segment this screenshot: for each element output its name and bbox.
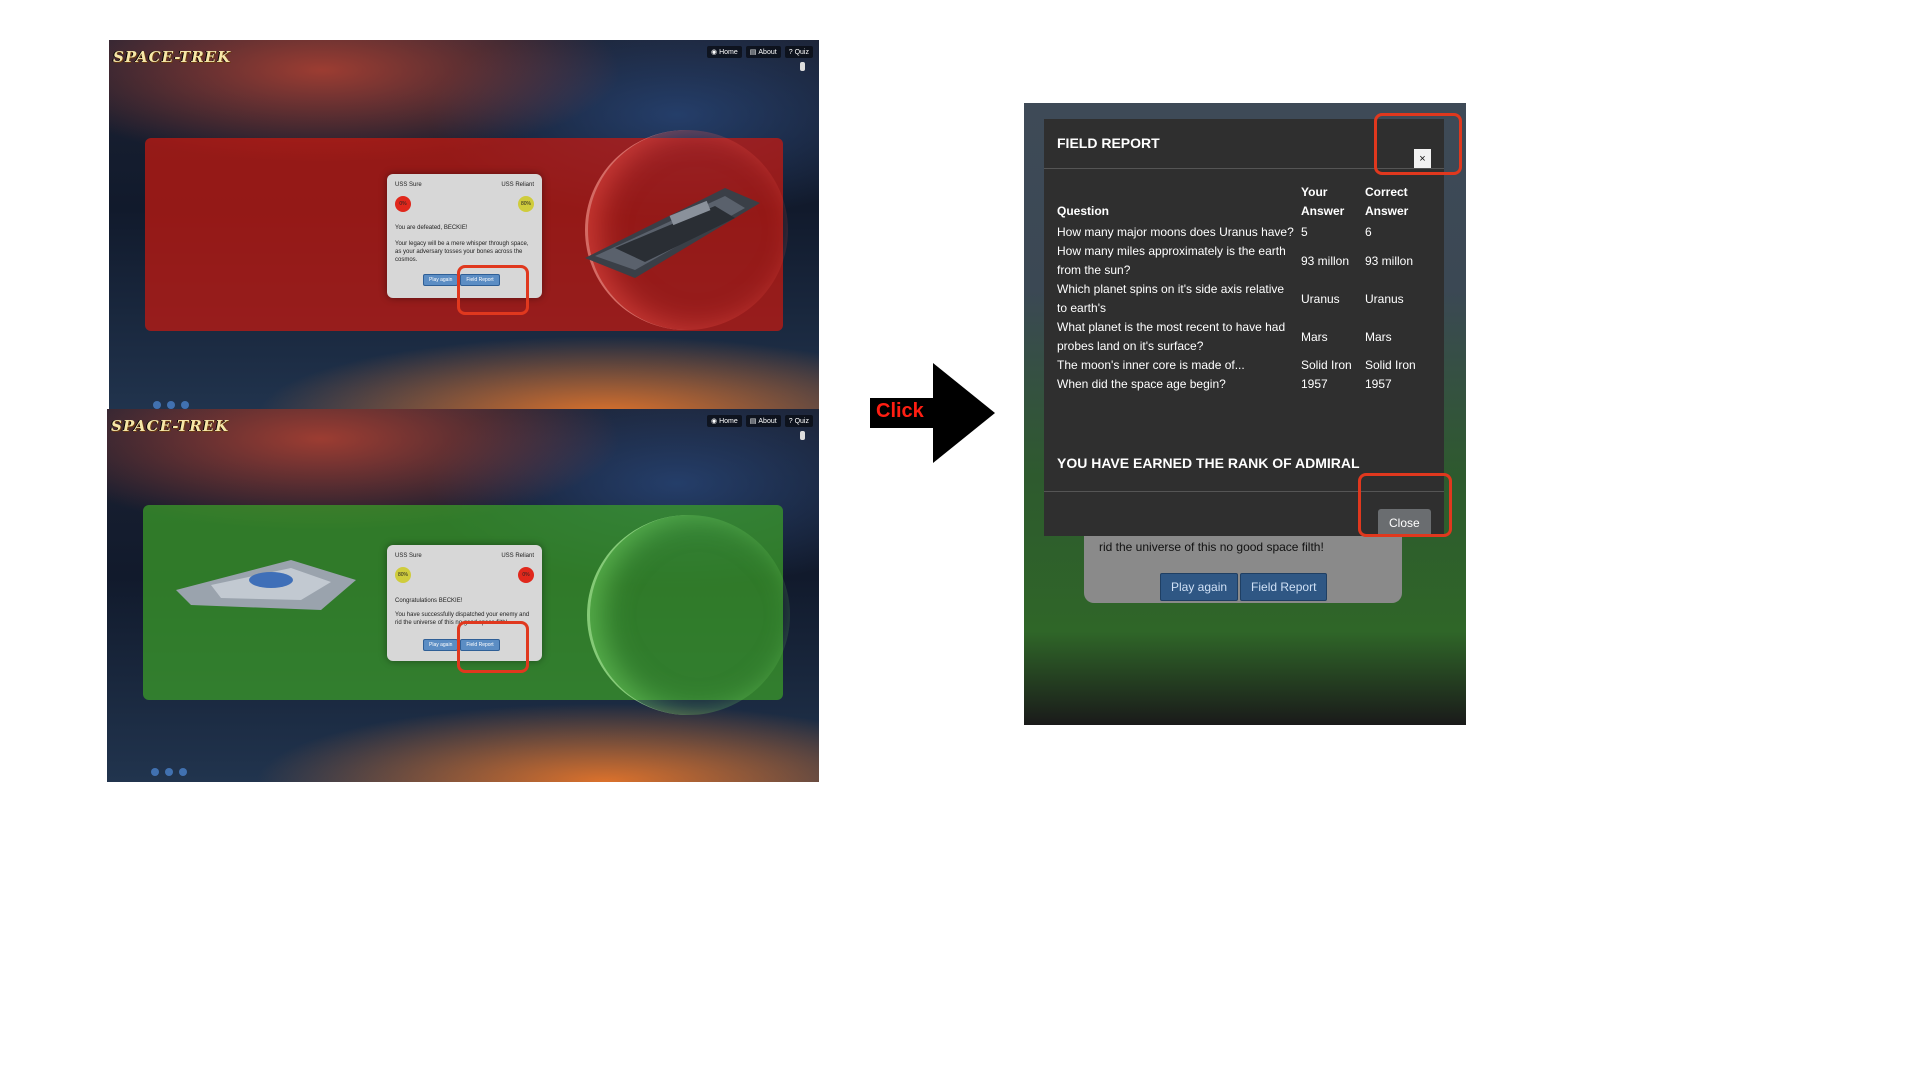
question-cell: Which planet spins on it's side axis rel… <box>1057 282 1285 315</box>
table-row: How many major moons does Uranus have? 5… <box>1055 223 1427 242</box>
facebook-icon[interactable] <box>153 401 161 409</box>
field-report-screenshot: rid the universe of this no good space f… <box>1024 103 1466 725</box>
audio-toggle-icon[interactable] <box>800 62 805 71</box>
correct-answer-cell: 1957 <box>1365 377 1392 391</box>
your-answer-cell: 5 <box>1301 225 1308 239</box>
your-answer-cell: Uranus <box>1301 291 1340 306</box>
enemy-ship-name: USS Reliant <box>501 182 534 188</box>
nav-quiz[interactable]: ? Quiz <box>784 46 813 58</box>
arrow-right-icon <box>933 363 995 463</box>
enemy-ship <box>585 188 760 278</box>
click-label: Click <box>876 400 924 422</box>
social-links <box>153 401 189 409</box>
question-cell: The moon's inner core is made of... <box>1057 358 1245 372</box>
question-cell: How many miles approximately is the eart… <box>1057 244 1286 277</box>
player-ship-name: USS Sure <box>395 182 422 188</box>
ship-names: USS Sure USS Reliant <box>395 182 534 188</box>
victory-screenshot: SPACE-TREK ◉ Home ▤ About ? Quiz USS Sure U… <box>107 409 819 782</box>
instagram-icon[interactable] <box>179 768 187 776</box>
top-nav: ◉ Home ▤ About ? Quiz <box>706 46 813 58</box>
close-button-highlight <box>1358 473 1452 537</box>
your-answer-cell: Solid Iron <box>1301 358 1352 372</box>
question-cell: What planet is the most recent to have h… <box>1057 320 1286 353</box>
site-logo[interactable]: SPACE-TREK <box>111 417 229 435</box>
table-header-row: Question Your Answer Correct Answer <box>1055 183 1427 223</box>
correct-answer-cell: Mars <box>1365 329 1392 344</box>
victory-headline: Congratulations BECKIE! <box>395 598 463 604</box>
correct-answer-cell: 93 millon <box>1365 253 1414 268</box>
your-answer-cell: 93 millon <box>1301 253 1350 268</box>
site-logo[interactable]: SPACE-TREK <box>113 48 231 66</box>
nav-home[interactable]: ◉ Home <box>706 415 742 427</box>
about-icon: ▤ <box>749 49 757 56</box>
player-ship <box>176 560 356 610</box>
result-actions-behind: Play again Field Report <box>1160 573 1328 601</box>
nav-quiz-label: Quiz <box>794 417 809 425</box>
field-report-table: Question Your Answer Correct Answer How … <box>1055 183 1427 394</box>
player-score: 80% <box>395 567 411 583</box>
instagram-icon[interactable] <box>181 401 189 409</box>
enemy-score: 80% <box>518 196 534 212</box>
play-again-button[interactable]: Play again <box>423 274 459 286</box>
play-again-button[interactable]: Play again <box>1160 573 1239 601</box>
quiz-icon: ? <box>788 417 793 425</box>
facebook-icon[interactable] <box>151 768 159 776</box>
modal-title: FIELD REPORT <box>1057 135 1160 151</box>
correct-answer-cell: Solid Iron <box>1365 358 1416 372</box>
nav-about[interactable]: ▤ About <box>745 415 781 427</box>
play-again-button[interactable]: Play again <box>423 639 459 651</box>
nav-home[interactable]: ◉ Home <box>706 46 742 58</box>
ship-names: USS Sure USS Reliant <box>395 553 534 559</box>
nav-about-label: About <box>758 48 777 56</box>
table-row: Which planet spins on it's side axis rel… <box>1055 280 1427 318</box>
your-answer-header: Your Answer <box>1301 185 1345 218</box>
your-answer-cell: Mars <box>1301 329 1328 344</box>
audio-toggle-icon[interactable] <box>800 431 805 440</box>
table-row: The moon's inner core is made of... Soli… <box>1055 356 1427 375</box>
enemy-score: 0% <box>518 567 534 583</box>
defeat-headline: You are defeated, BECKIE! <box>395 225 468 231</box>
question-header: Question <box>1057 204 1110 218</box>
table-row: How many miles approximately is the eart… <box>1055 242 1427 280</box>
question-cell: When did the space age begin? <box>1057 377 1226 391</box>
field-report-button[interactable]: Field Report <box>1240 573 1328 601</box>
table-row: When did the space age begin? 1957 1957 <box>1055 375 1427 394</box>
your-answer-cell: 1957 <box>1301 377 1328 391</box>
correct-answer-cell: Uranus <box>1365 291 1404 306</box>
close-icon-highlight <box>1374 113 1462 175</box>
nav-quiz[interactable]: ? Quiz <box>784 415 813 427</box>
defeat-screenshot: SPACE-TREK ◉ Home ▤ About ? Quiz USS Sure U… <box>109 40 819 415</box>
correct-answer-header: Correct Answer <box>1365 185 1409 218</box>
field-report-highlight <box>457 621 529 673</box>
quiz-icon: ? <box>788 48 793 56</box>
correct-answer-cell: 6 <box>1365 225 1372 239</box>
about-icon: ▤ <box>749 418 757 425</box>
nav-quiz-label: Quiz <box>794 48 809 56</box>
defeat-message: Your legacy will be a mere whisper throu… <box>395 241 529 263</box>
home-icon: ◉ <box>710 49 718 56</box>
field-report-highlight <box>457 265 529 315</box>
enemy-ship-name: USS Reliant <box>501 553 534 559</box>
result-message-behind: rid the universe of this no good space f… <box>1099 540 1324 554</box>
question-cell: How many major moons does Uranus have? <box>1057 225 1294 239</box>
twitter-icon[interactable] <box>167 401 175 409</box>
home-icon: ◉ <box>710 418 718 425</box>
social-links <box>151 768 187 776</box>
nav-about-label: About <box>758 417 777 425</box>
top-nav: ◉ Home ▤ About ? Quiz <box>706 415 813 427</box>
nav-home-label: Home <box>719 48 738 56</box>
planet <box>587 515 790 715</box>
rank-message: YOU HAVE EARNED THE RANK OF ADMIRAL <box>1057 455 1360 471</box>
player-ship-name: USS Sure <box>395 553 422 559</box>
nav-about[interactable]: ▤ About <box>745 46 781 58</box>
twitter-icon[interactable] <box>165 768 173 776</box>
nav-home-label: Home <box>719 417 738 425</box>
player-score: 0% <box>395 196 411 212</box>
table-row: What planet is the most recent to have h… <box>1055 318 1427 356</box>
